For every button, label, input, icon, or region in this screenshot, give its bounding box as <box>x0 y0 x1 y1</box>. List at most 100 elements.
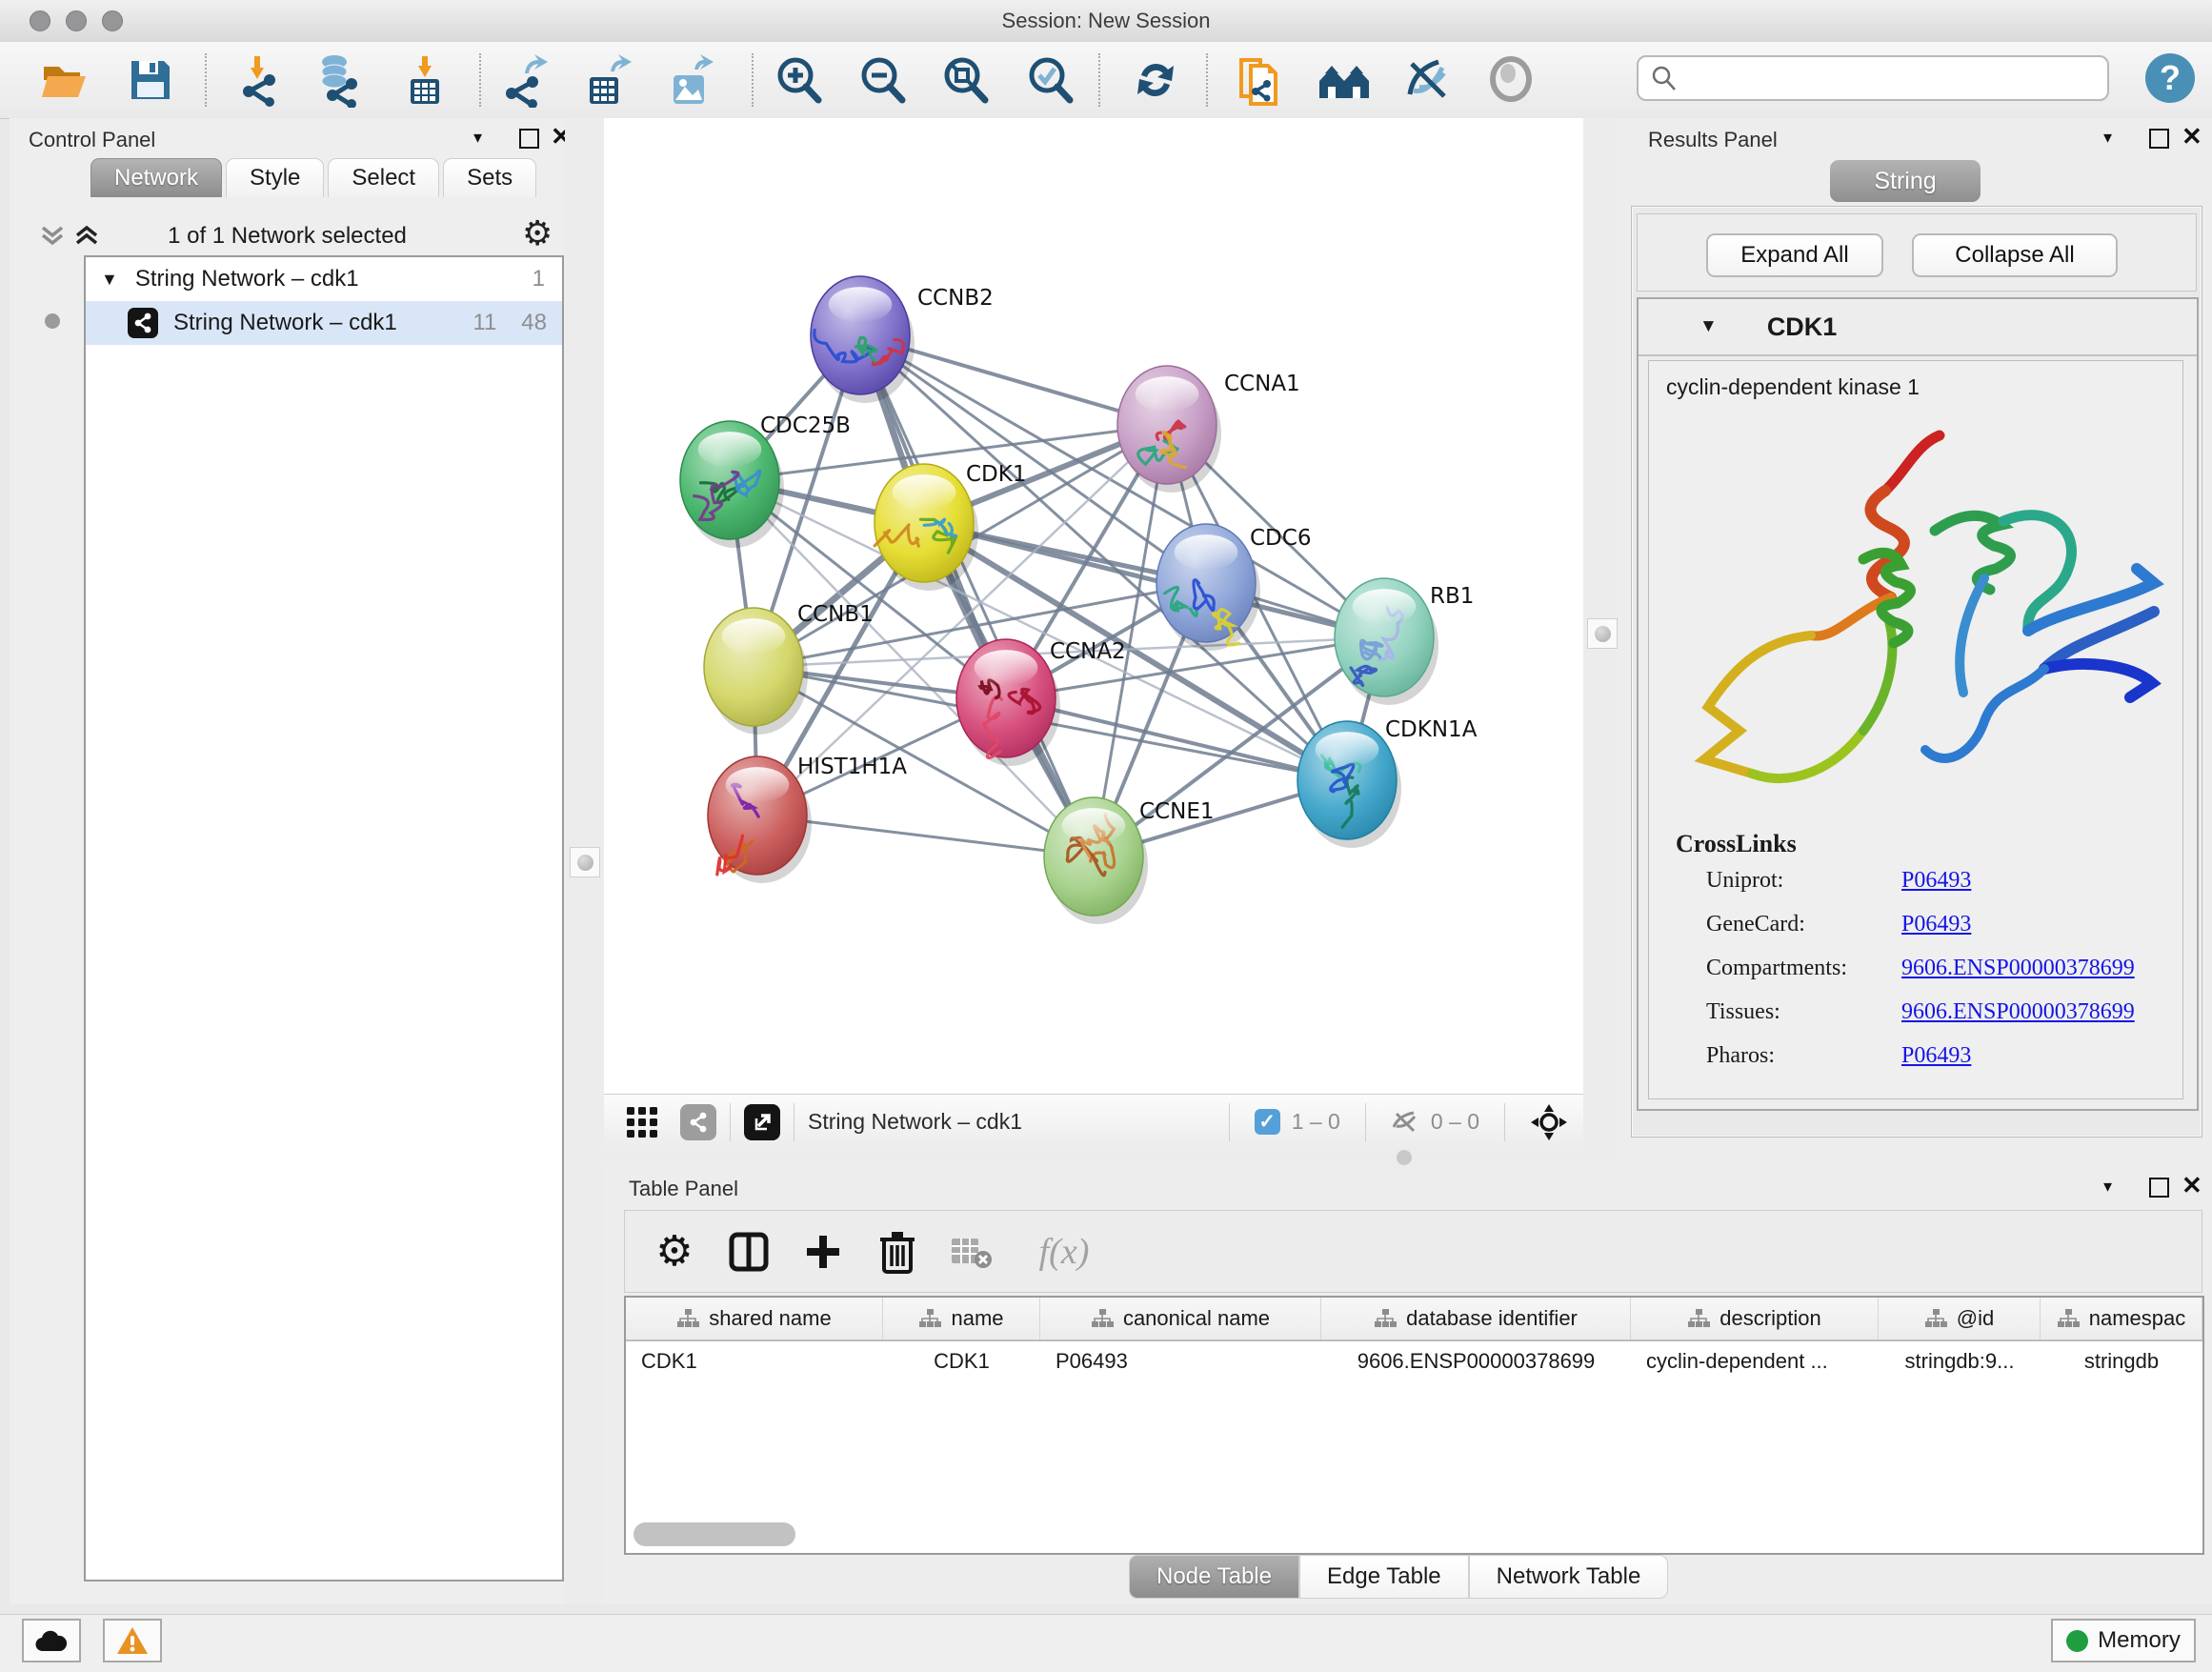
float-panel-menu-icon[interactable]: ▾ <box>2103 1177 2112 1197</box>
splitter-collapse-handle[interactable] <box>570 847 600 877</box>
export-network-button[interactable] <box>495 51 553 109</box>
node-CCNE1[interactable]: CCNE1 <box>1044 797 1215 924</box>
crosslink-link[interactable]: 9606.ENSP00000378699 <box>1901 999 2135 1025</box>
warnings-button[interactable] <box>103 1619 162 1662</box>
fit-content-crosshair-icon[interactable] <box>1530 1103 1568 1141</box>
help-button[interactable]: ? <box>2145 53 2195 103</box>
node-RB1[interactable]: RB1 <box>1335 578 1474 705</box>
crosslink-link[interactable]: P06493 <box>1901 868 1971 894</box>
expander-triangle-icon[interactable]: ▼ <box>101 270 118 290</box>
string-network-graph[interactable]: CCNB2CCNA1CDC25BCDK1CDC6RB1CCNB1CCNA2CDK… <box>604 118 1583 1094</box>
tab-style[interactable]: Style <box>226 158 324 197</box>
delete-column-button[interactable] <box>873 1227 922 1277</box>
grid-birdseye-icon[interactable] <box>625 1105 659 1139</box>
node-HIST1H1A[interactable]: HIST1H1A <box>708 755 907 883</box>
selected-checkbox-icon[interactable]: ✓ <box>1255 1109 1280 1135</box>
export-table-button[interactable] <box>577 51 634 109</box>
column-header-at-id[interactable]: @id <box>1879 1298 2041 1340</box>
splitter-collapse-handle[interactable] <box>1587 618 1618 649</box>
crosslink-link[interactable]: P06493 <box>1901 912 1971 937</box>
table-row[interactable]: CDK1CDK1P064939606.ENSP00000378699cyclin… <box>626 1341 2202 1381</box>
home-button[interactable] <box>1316 51 1373 109</box>
delete-table-button[interactable] <box>947 1227 996 1277</box>
crosslink-link[interactable]: P06493 <box>1901 1043 1971 1069</box>
export-network-icon <box>496 52 552 108</box>
zoom-out-button[interactable] <box>854 51 911 109</box>
column-header-canonical-name[interactable]: canonical name <box>1040 1298 1321 1340</box>
save-session-button[interactable] <box>122 51 179 109</box>
tab-node-table[interactable]: Node Table <box>1129 1555 1299 1599</box>
tab-network-table[interactable]: Network Table <box>1469 1555 1669 1599</box>
memory-button[interactable]: Memory <box>2051 1619 2196 1662</box>
zoom-selected-button[interactable] <box>1021 51 1078 109</box>
search-input[interactable] <box>1679 65 2107 91</box>
toolbar-separator <box>1229 1103 1230 1141</box>
column-header-name[interactable]: name <box>883 1298 1040 1340</box>
hidden-eye-slash-icon[interactable] <box>1391 1108 1419 1137</box>
bird-eye-view-button[interactable] <box>1482 51 1539 109</box>
table-horizontal-scrollbar[interactable] <box>633 1522 795 1546</box>
crosslink-label: Uniprot: <box>1706 868 1783 893</box>
node-CCNB1[interactable]: CCNB1 <box>704 602 874 735</box>
zoom-out-icon <box>855 52 910 108</box>
tab-edge-table[interactable]: Edge Table <box>1299 1555 1469 1599</box>
column-header-shared-name[interactable]: shared name <box>626 1298 883 1340</box>
expand-all-button[interactable]: Expand All <box>1706 233 1883 277</box>
node-CCNA1[interactable]: CCNA1 <box>1117 366 1300 493</box>
open-in-browser-button[interactable] <box>744 1104 780 1140</box>
tab-network[interactable]: Network <box>90 158 222 197</box>
float-panel-icon[interactable] <box>2149 1178 2169 1198</box>
splitter-handle-dot[interactable] <box>1397 1150 1412 1165</box>
tab-select[interactable]: Select <box>328 158 439 197</box>
show-columns-button[interactable] <box>724 1227 774 1277</box>
zoom-in-button[interactable] <box>770 51 827 109</box>
crosslink-link[interactable]: 9606.ENSP00000378699 <box>1901 956 2135 981</box>
tab-string[interactable]: String <box>1830 160 1981 202</box>
float-panel-menu-icon[interactable]: ▾ <box>473 128 482 148</box>
float-panel-icon[interactable] <box>519 129 539 149</box>
column-header-namespac[interactable]: namespac <box>2041 1298 2202 1340</box>
import-network-from-database-button[interactable] <box>309 51 366 109</box>
column-header-description[interactable]: description <box>1631 1298 1879 1340</box>
collapse-all-button[interactable]: Collapse All <box>1912 233 2118 277</box>
float-panel-menu-icon[interactable]: ▾ <box>2103 128 2112 148</box>
string-style-toggle-button[interactable] <box>680 1104 716 1140</box>
import-network-from-file-button[interactable] <box>229 51 286 109</box>
network-row[interactable]: String Network – cdk1 11 48 <box>86 301 562 345</box>
refresh-button[interactable] <box>1127 51 1184 109</box>
create-column-button[interactable] <box>798 1227 848 1277</box>
hide-graphics-details-button[interactable] <box>1399 51 1457 109</box>
result-entry-header[interactable]: ▼ CDK1 <box>1639 299 2197 356</box>
network-collection-row[interactable]: ▼ String Network – cdk1 1 <box>86 257 562 301</box>
horizontal-splitter[interactable] <box>604 1148 1583 1167</box>
column-header-database-identifier[interactable]: database identifier <box>1321 1298 1631 1340</box>
float-panel-icon[interactable] <box>2149 129 2169 149</box>
hidden-node-edge-counts: 0 – 0 <box>1431 1109 1479 1135</box>
memory-label: Memory <box>2098 1627 2181 1654</box>
close-panel-icon[interactable]: ✕ <box>2182 1171 2202 1200</box>
panel-options-gear-icon[interactable]: ⚙ <box>522 213 553 253</box>
toolbar-separator <box>1206 53 1208 107</box>
import-table-from-file-button[interactable] <box>396 51 453 109</box>
open-session-button[interactable] <box>36 51 93 109</box>
node-CCNB2[interactable]: CCNB2 <box>811 276 994 403</box>
node-CDKN1A[interactable]: CDKN1A <box>1297 717 1478 848</box>
table-options-button[interactable]: ⚙ <box>650 1227 699 1277</box>
tab-sets[interactable]: Sets <box>443 158 536 197</box>
string-network-icon <box>128 308 158 338</box>
vertical-splitter-left[interactable] <box>565 118 604 1604</box>
node-CDC6[interactable]: CDC6 <box>1156 524 1311 651</box>
open-folder-icon <box>38 53 91 107</box>
collapse-entry-triangle-icon[interactable]: ▼ <box>1699 316 1718 337</box>
copy-network-button[interactable] <box>1231 51 1288 109</box>
zoom-fit-button[interactable] <box>936 51 994 109</box>
node-label-CCNA2: CCNA2 <box>1050 639 1126 664</box>
network-canvas[interactable]: CCNB2CCNA1CDC25BCDK1CDC6RB1CCNB1CCNA2CDK… <box>604 118 1583 1094</box>
function-builder-button[interactable]: f(x) <box>1021 1227 1107 1277</box>
edge-CDK1-RB1[interactable] <box>924 523 1384 637</box>
export-image-button[interactable] <box>661 51 718 109</box>
node-CCNA2[interactable]: CCNA2 <box>956 639 1126 766</box>
close-panel-icon[interactable]: ✕ <box>2182 122 2202 151</box>
cloud-status-button[interactable] <box>22 1619 81 1662</box>
control-panel: Control Panel ▾ ✕ NetworkStyleSelectSets… <box>10 118 566 1604</box>
